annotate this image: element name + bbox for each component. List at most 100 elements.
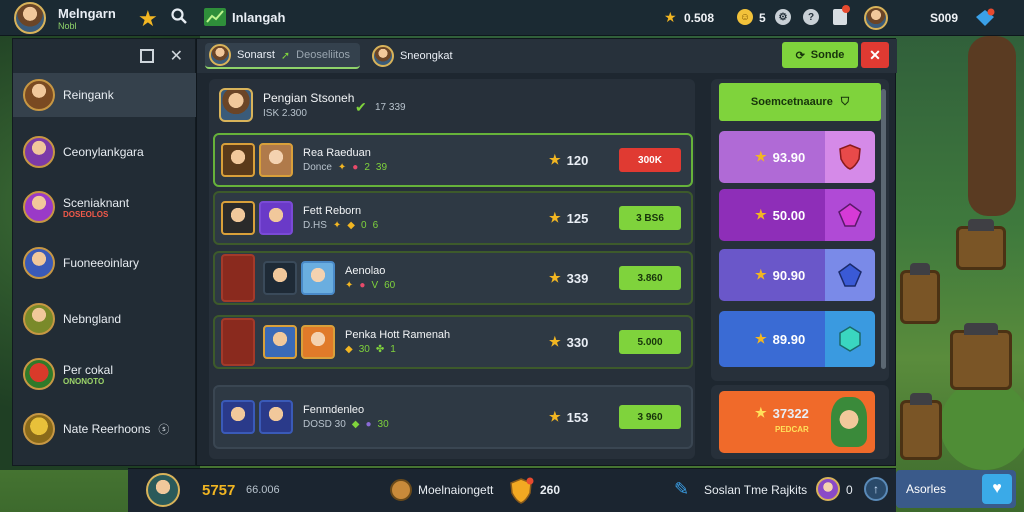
sidebar-item-ceonylankgara[interactable]: Ceonylankgara: [13, 130, 196, 174]
red-shield-icon: [825, 131, 875, 183]
row-stat: 6: [372, 220, 379, 231]
gear-icon[interactable]: ⚙: [775, 9, 791, 25]
tab-bar: Sonarst ➚ Deoseliitos Sneongkat ⟳ Sonde …: [197, 39, 897, 73]
offer-value-text: 37322: [772, 405, 809, 421]
badge-icon: [221, 318, 255, 366]
sidebar-item-nate-reerhoons[interactable]: Nate Reerhoons ⓢ: [13, 407, 196, 451]
help-icon[interactable]: ?: [803, 9, 819, 25]
social-avatar[interactable]: [816, 477, 840, 501]
shop-top-button[interactable]: Soemcetnaaure ⛉: [719, 83, 881, 121]
treasure-crate: [900, 393, 942, 460]
table-row[interactable]: Fett Reborn D.HS ✦ ◆ 0 6 ★ 125 3 BS6: [213, 191, 693, 245]
card-value-text: 93.90: [772, 149, 806, 165]
elf-character-icon: [831, 397, 867, 447]
sidebar-item-reingank[interactable]: Reingank: [13, 73, 196, 117]
star-icon[interactable]: ★: [138, 6, 158, 32]
magic-icon[interactable]: ✎: [674, 479, 689, 500]
scrollbar[interactable]: [881, 89, 886, 369]
pin-icon[interactable]: ↑: [864, 477, 888, 501]
player-avatar: [221, 201, 255, 235]
sidebar-item-fuoneeoinlary[interactable]: Fuoneeoinlary: [13, 241, 196, 285]
friend-avatar: [23, 413, 55, 445]
header-info: Pengian Stsoneh ISK 2.300: [263, 91, 354, 119]
gold-gem-icon: ◆: [345, 344, 353, 355]
sidebar-item-label: Nate Reerhoons: [63, 422, 151, 436]
tab-label: Sneongkat: [399, 50, 453, 62]
info-icon[interactable]: ⓢ: [158, 421, 169, 437]
friend-avatar: [23, 191, 55, 223]
special-offer-card[interactable]: ★ 37322 PEDCAR: [719, 391, 875, 453]
sidebar-item-label: Fuoneeoinlary: [63, 256, 140, 270]
sidebar-item-nebngland[interactable]: Nebngland: [13, 297, 196, 341]
shop-panel: Soemcetnaaure ⛉ ★ 93.90 ★ 50.00 ★ 90.90 ★ 89…: [711, 79, 889, 381]
row-action-button[interactable]: 5.000: [619, 330, 681, 354]
sidebar-item-label: Reingank: [63, 88, 114, 102]
main-panel: Sonarst ➚ Deoseliitos Sneongkat ⟳ Sonde …: [196, 38, 897, 466]
player-tag: Nobl: [58, 21, 77, 31]
sidebar-item-sceniaknant[interactable]: Sceniaknant DOSEOLOS: [13, 185, 196, 229]
table-row[interactable]: Aenolao ✦ ● V 60 ★ 339 3.860: [213, 251, 693, 305]
sidebar-item-status: ONONOTO: [63, 376, 105, 386]
table-row[interactable]: Penka Hott Ramenah ◆ 30 ✤ 1 ★ 330 5.000: [213, 315, 693, 369]
player-avatar: [259, 201, 293, 235]
header-sub: ISK 2.300: [263, 108, 307, 119]
table-row[interactable]: Rea Raeduan Donce ✦ ● 2 39 ★ 120 300K: [213, 133, 693, 187]
shop-card[interactable]: ★ 90.90: [719, 249, 875, 301]
row-action-button[interactable]: 300K: [619, 148, 681, 172]
row-action-button[interactable]: 3.860: [619, 266, 681, 290]
sidebar-item-label: Nebngland: [63, 312, 122, 326]
score-value: 125: [566, 210, 589, 226]
shop-card[interactable]: ★ 93.90: [719, 131, 875, 183]
player-avatar[interactable]: [14, 2, 46, 34]
tab-sneongkat[interactable]: Sneongkat: [368, 43, 463, 69]
row-name: Fett Reborn: [303, 205, 362, 217]
shop-top-label: Soemcetnaaure: [750, 96, 833, 108]
tab-sonarst[interactable]: Sonarst ➚ Deoseliitos: [205, 43, 360, 69]
row-name: Rea Raeduan: [303, 147, 371, 159]
sidebar-item-per-cokal[interactable]: Per cokal ONONOTO: [13, 352, 196, 396]
table-row[interactable]: Fenmdenleo DOSD 30 ◆ ● 30 ★ 153 3 960: [213, 385, 693, 449]
arrow-icon: ➚: [280, 49, 291, 62]
star-icon: ★: [549, 334, 561, 349]
sonde-button[interactable]: ⟳ Sonde: [782, 42, 858, 68]
chart-icon[interactable]: [204, 8, 226, 26]
bush-right: [940, 380, 1024, 470]
ruby-icon: ●: [359, 280, 366, 291]
player-info: Melngarn Nobl: [58, 6, 116, 31]
player-avatar: [259, 400, 293, 434]
search-icon[interactable]: [170, 7, 188, 25]
sidebar-item-label: Sceniaknant: [63, 195, 130, 210]
friend-avatar[interactable]: [864, 6, 888, 30]
row-action-button[interactable]: 3 BS6: [619, 206, 681, 230]
close-icon[interactable]: ✕: [170, 46, 183, 66]
asorles-button[interactable]: Asorles ♥: [896, 470, 1016, 508]
card-value: ★ 90.90: [719, 267, 805, 283]
header-name: Pengian Stsoneh: [263, 91, 355, 105]
sonde-button-label: Sonde: [810, 49, 845, 61]
shop-card[interactable]: ★ 89.90: [719, 311, 875, 367]
diamond-icon[interactable]: [974, 8, 996, 28]
friend-avatar: [23, 358, 55, 390]
window-icon[interactable]: [139, 49, 154, 63]
card-value-text: 89.90: [772, 331, 806, 347]
star-icon: ★: [549, 210, 561, 225]
header-avatar: [219, 88, 253, 122]
gold-gem-icon: ◆: [347, 220, 355, 231]
player-list: Pengian Stsoneh ISK 2.300 ✔ 17 339 Rea R…: [209, 79, 695, 459]
star-icon: ★: [549, 152, 561, 167]
row-stat: 30: [358, 344, 370, 355]
bottom-avatar[interactable]: [146, 473, 180, 507]
close-button[interactable]: ✕: [861, 42, 889, 68]
card-value: ★ 89.90: [719, 331, 805, 347]
treasure-crate: [900, 263, 940, 324]
row-stat: 60: [384, 280, 396, 291]
shop-card[interactable]: ★ 50.00: [719, 189, 875, 241]
row-action-button[interactable]: 3 960: [619, 405, 681, 429]
friend-avatar: [23, 79, 55, 111]
list-header: Pengian Stsoneh ISK 2.300 ✔ 17 339: [215, 85, 689, 125]
sidebar-header: ✕: [13, 39, 195, 73]
blue-gem-icon: [825, 249, 875, 301]
leaf-icon: ◆: [351, 419, 360, 430]
offer-sub: PEDCAR: [775, 425, 809, 434]
treasure-crate: [956, 219, 1006, 270]
